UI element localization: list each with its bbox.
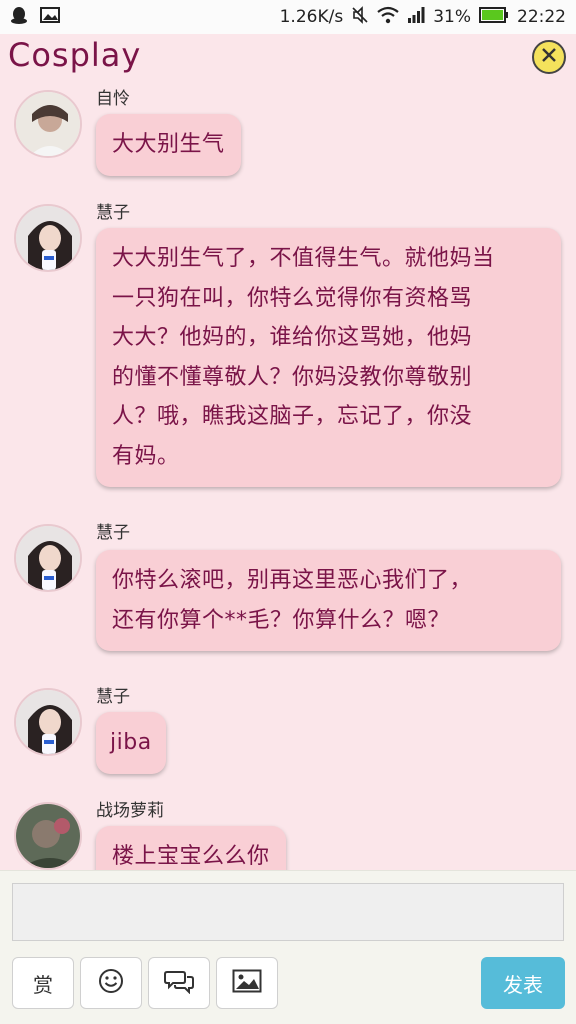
avatar[interactable] [14, 524, 82, 592]
avatar[interactable] [14, 90, 82, 158]
message-line: 你特么滚吧，别再这里恶心我们了， [112, 568, 473, 593]
signal-icon [407, 6, 425, 28]
chat-list[interactable]: 自怜 大大别生气 慧子 大大别生气了，不值得生气。就他妈当 一只狗在叫，你特么觉… [0, 80, 576, 870]
battery-icon [479, 6, 509, 28]
reward-label: 赏 [33, 972, 53, 997]
close-button[interactable] [532, 40, 566, 74]
clock: 22:22 [517, 7, 566, 27]
message-bubble[interactable]: 楼上宝宝么么你 [96, 826, 286, 870]
picture-icon [232, 969, 262, 998]
avatar[interactable] [14, 204, 82, 272]
send-label: 发表 [503, 972, 543, 997]
send-button[interactable]: 发表 [481, 957, 565, 1009]
smiley-icon [98, 968, 124, 999]
image-button[interactable] [216, 957, 278, 1009]
battery-percent: 31% [433, 7, 471, 27]
status-right: 1.26K/s 31% 22:22 [279, 5, 566, 29]
message-text: 大大别生气 [112, 132, 225, 157]
chat-bubbles-icon [164, 968, 194, 999]
username: 慧子 [96, 523, 130, 543]
message-text: jiba [110, 730, 152, 755]
username: 战场萝莉 [96, 801, 164, 821]
page-title: Cosplay [8, 36, 142, 74]
status-left [10, 5, 60, 30]
status-bar: 1.26K/s 31% 22:22 [0, 0, 576, 34]
qq-icon [10, 5, 28, 30]
message-line: 还有你算个**毛？你算什么？嗯？ [112, 607, 451, 633]
image-icon [40, 6, 60, 28]
message-bubble[interactable]: 大大别生气了，不值得生气。就他妈当 一只狗在叫，你特么觉得你有资格骂 大大？他妈… [96, 228, 561, 487]
network-speed: 1.26K/s [279, 7, 344, 27]
message-line: 有妈。 [112, 443, 180, 469]
mute-icon [351, 5, 369, 29]
avatar[interactable] [14, 802, 82, 870]
header: Cosplay [0, 34, 576, 80]
chat-button[interactable] [148, 957, 210, 1009]
reward-button[interactable]: 赏 [12, 957, 74, 1009]
message-line: 的懂不懂尊敬人？你妈没教你尊敬别 [112, 364, 473, 390]
wifi-icon [377, 6, 399, 29]
message-text: 楼上宝宝么么你 [112, 844, 270, 869]
message-input[interactable] [12, 883, 564, 941]
username: 自怜 [96, 89, 130, 109]
username: 慧子 [96, 687, 130, 707]
username: 慧子 [96, 203, 130, 223]
avatar[interactable] [14, 688, 82, 756]
emoji-button[interactable] [80, 957, 142, 1009]
message-bubble[interactable]: 大大别生气 [96, 114, 241, 176]
input-area: 赏 发表 [0, 870, 576, 1024]
message-line: 人？哦，瞧我这脑子，忘记了，你没 [112, 404, 473, 429]
message-bubble[interactable]: jiba [96, 712, 166, 774]
message-line: 大大？他妈的，谁给你这骂她，他妈 [112, 325, 473, 350]
close-icon [540, 46, 558, 68]
message-line: 一只狗在叫，你特么觉得你有资格骂 [112, 285, 473, 311]
message-line: 大大别生气了，不值得生气。就他妈当 [112, 246, 495, 271]
message-bubble[interactable]: 你特么滚吧，别再这里恶心我们了， 还有你算个**毛？你算什么？嗯？ [96, 550, 561, 651]
